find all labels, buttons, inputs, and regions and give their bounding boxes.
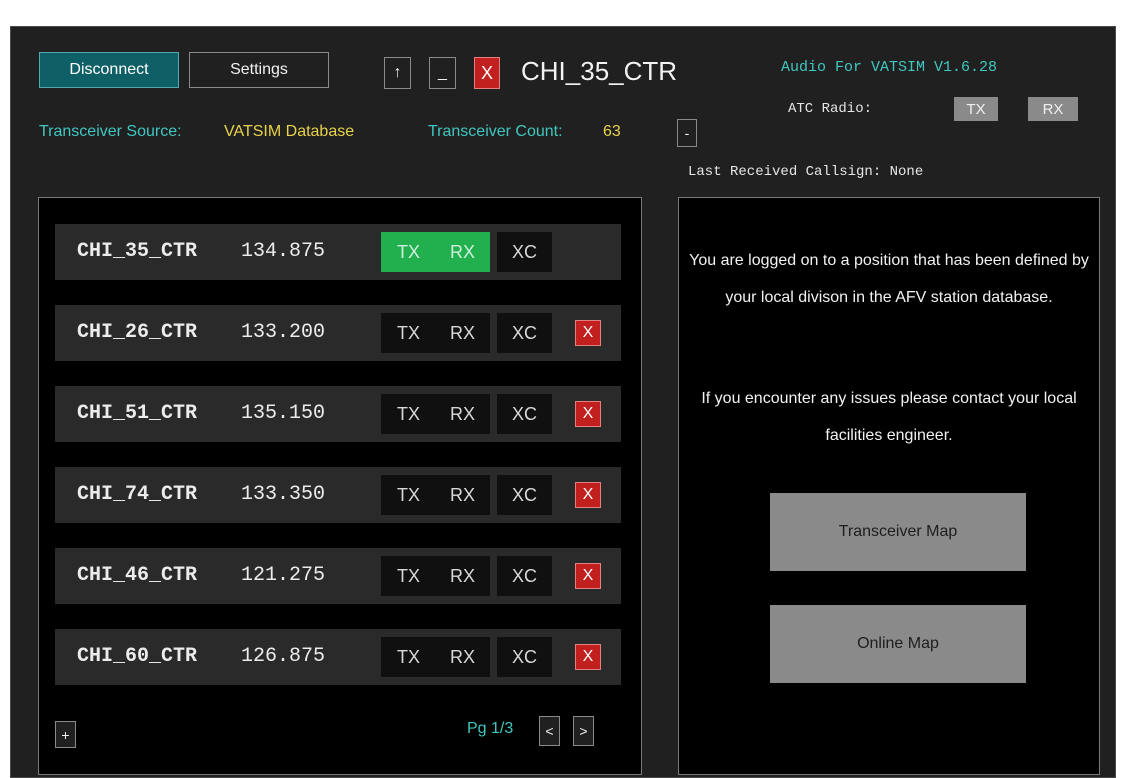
- station-list-panel: CHI_35_CTR 134.875 TX RX XC CHI_26_CTR 133.200…: [38, 197, 642, 775]
- station-row: CHI_26_CTR 133.200 TX RX XC X: [55, 305, 621, 361]
- station-xc-toggle[interactable]: XC: [497, 232, 552, 272]
- atc-radio-tx-indicator: TX: [954, 97, 998, 121]
- station-frequency: 126.875: [241, 645, 326, 668]
- station-callsign: CHI_51_CTR: [77, 402, 198, 425]
- remove-station-button[interactable]: X: [575, 563, 601, 589]
- station-xc-toggle[interactable]: XC: [497, 637, 552, 677]
- station-callsign: CHI_35_CTR: [77, 240, 198, 263]
- transceiver-source-value: VATSIM Database: [224, 123, 355, 140]
- atc-radio-rx-indicator: RX: [1028, 97, 1078, 121]
- close-window-button[interactable]: X: [474, 57, 500, 89]
- station-rx-toggle[interactable]: RX: [435, 637, 490, 677]
- remove-station-button[interactable]: X: [575, 644, 601, 670]
- station-row: CHI_74_CTR 133.350 TX RX XC X: [55, 467, 621, 523]
- info-panel: You are logged on to a position that has…: [678, 197, 1100, 775]
- station-row: CHI_35_CTR 134.875 TX RX XC: [55, 224, 621, 280]
- online-map-button[interactable]: Online Map: [770, 605, 1026, 683]
- up-arrow-button[interactable]: ↑: [384, 57, 411, 89]
- station-frequency: 133.350: [241, 483, 326, 506]
- station-rx-toggle[interactable]: RX: [435, 556, 490, 596]
- atc-radio-label: ATC Radio:: [788, 101, 873, 117]
- station-tx-toggle[interactable]: TX: [381, 637, 436, 677]
- app-version-label: Audio For VATSIM V1.6.28: [781, 59, 998, 76]
- page-indicator: Pg 1/3: [467, 720, 514, 737]
- station-tx-toggle[interactable]: TX: [381, 394, 436, 434]
- station-tx-toggle[interactable]: TX: [381, 313, 436, 353]
- station-rx-toggle[interactable]: RX: [435, 475, 490, 515]
- station-callsign: CHI_74_CTR: [77, 483, 198, 506]
- transceiver-map-button[interactable]: Transceiver Map: [770, 493, 1026, 571]
- previous-page-button[interactable]: <: [539, 716, 560, 746]
- next-page-button[interactable]: >: [573, 716, 594, 746]
- disconnect-button[interactable]: Disconnect: [39, 52, 179, 88]
- station-xc-toggle[interactable]: XC: [497, 313, 552, 353]
- minimize-button[interactable]: _: [429, 57, 456, 89]
- station-tx-toggle[interactable]: TX: [381, 475, 436, 515]
- remove-station-button[interactable]: X: [575, 401, 601, 427]
- station-frequency: 134.875: [241, 240, 326, 263]
- station-frequency: 133.200: [241, 321, 326, 344]
- transceiver-count-label: Transceiver Count:: [428, 123, 563, 140]
- add-station-button[interactable]: +: [55, 721, 76, 748]
- station-rx-toggle[interactable]: RX: [435, 313, 490, 353]
- station-tx-toggle[interactable]: TX: [381, 556, 436, 596]
- station-tx-toggle[interactable]: TX: [381, 232, 436, 272]
- station-rx-toggle[interactable]: RX: [435, 394, 490, 434]
- station-callsign: CHI_46_CTR: [77, 564, 198, 587]
- callsign-title: CHI_35_CTR: [521, 56, 678, 86]
- remove-station-button[interactable]: X: [575, 482, 601, 508]
- station-xc-toggle[interactable]: XC: [497, 394, 552, 434]
- transceiver-count-value: 63: [603, 123, 621, 140]
- station-xc-toggle[interactable]: XC: [497, 475, 552, 515]
- station-callsign: CHI_60_CTR: [77, 645, 198, 668]
- collapse-button[interactable]: -: [677, 119, 697, 147]
- station-row: CHI_60_CTR 126.875 TX RX XC X: [55, 629, 621, 685]
- afv-client-window: Disconnect Settings ↑ _ X CHI_35_CTR Aud…: [10, 26, 1116, 778]
- last-received-callsign: Last Received Callsign: None: [688, 164, 924, 180]
- station-row: CHI_46_CTR 121.275 TX RX XC X: [55, 548, 621, 604]
- info-message-position: You are logged on to a position that has…: [689, 252, 1089, 306]
- settings-button[interactable]: Settings: [189, 52, 329, 88]
- station-callsign: CHI_26_CTR: [77, 321, 198, 344]
- station-frequency: 135.150: [241, 402, 326, 425]
- station-row: CHI_51_CTR 135.150 TX RX XC X: [55, 386, 621, 442]
- station-xc-toggle[interactable]: XC: [497, 556, 552, 596]
- station-rx-toggle[interactable]: RX: [435, 232, 490, 272]
- remove-station-button[interactable]: X: [575, 320, 601, 346]
- transceiver-source-label: Transceiver Source:: [39, 123, 182, 140]
- info-message-contact: If you encounter any issues please conta…: [701, 390, 1077, 444]
- station-frequency: 121.275: [241, 564, 326, 587]
